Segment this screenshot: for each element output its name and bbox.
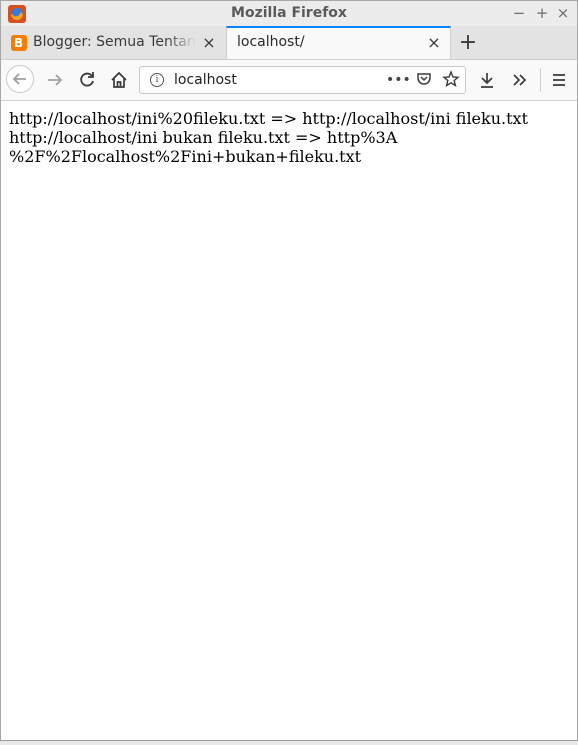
close-tab-icon[interactable]: × — [425, 34, 443, 52]
reload-button[interactable] — [73, 66, 101, 94]
output-line-1: http://localhost/ini%20fileku.txt => htt… — [9, 109, 528, 128]
output-line-2: http://localhost/ini bukan fileku.txt =>… — [9, 128, 398, 147]
menu-icon — [553, 74, 565, 86]
forward-button[interactable] — [41, 66, 69, 94]
url-text[interactable]: localhost — [174, 72, 237, 88]
page-content: http://localhost/ini%20fileku.txt => htt… — [1, 101, 577, 743]
window-title: Mozilla Firefox — [231, 5, 347, 21]
home-button[interactable] — [105, 66, 133, 94]
title-bar: Mozilla Firefox − + × — [1, 1, 577, 26]
maximize-button[interactable]: + — [532, 3, 552, 23]
forward-arrow-icon — [48, 74, 63, 86]
window-bottom-edge — [0, 740, 578, 745]
back-button[interactable] — [6, 65, 34, 93]
new-tab-button[interactable]: + — [456, 32, 480, 56]
overflow-button[interactable] — [505, 66, 533, 94]
bookmark-star-icon[interactable] — [441, 70, 461, 90]
browser-window: Mozilla Firefox − + × B Blogger: Semua T… — [0, 0, 578, 744]
tab-blogger[interactable]: B Blogger: Semua Tentang × — [1, 26, 225, 59]
download-button[interactable] — [473, 66, 501, 94]
pocket-icon[interactable] — [414, 70, 434, 90]
navigation-bar: i localhost ••• — [1, 60, 577, 101]
page-actions-icon[interactable]: ••• — [386, 70, 411, 90]
home-icon — [111, 71, 127, 88]
reload-icon — [80, 72, 94, 87]
tab-label: Blogger: Semua Tentang — [33, 34, 196, 50]
download-icon — [481, 73, 493, 88]
output-line-3: %2F%2Flocalhost%2Fini+bukan+fileku.txt — [9, 147, 362, 166]
tab-label: localhost/ — [237, 34, 305, 50]
info-icon[interactable]: i — [150, 73, 164, 87]
minimize-button[interactable]: − — [509, 3, 529, 23]
back-arrow-icon — [12, 73, 26, 85]
tab-localhost[interactable]: localhost/ × — [226, 26, 451, 59]
close-tab-icon[interactable]: × — [200, 34, 218, 52]
toolbar-separator — [540, 68, 541, 92]
close-window-button[interactable]: × — [553, 3, 573, 23]
menu-button[interactable] — [545, 66, 573, 94]
blogger-icon: B — [11, 35, 27, 51]
url-bar[interactable]: i localhost ••• — [139, 66, 466, 94]
tab-strip: B Blogger: Semua Tentang × localhost/ × — [1, 26, 577, 60]
overflow-icon — [513, 74, 527, 86]
